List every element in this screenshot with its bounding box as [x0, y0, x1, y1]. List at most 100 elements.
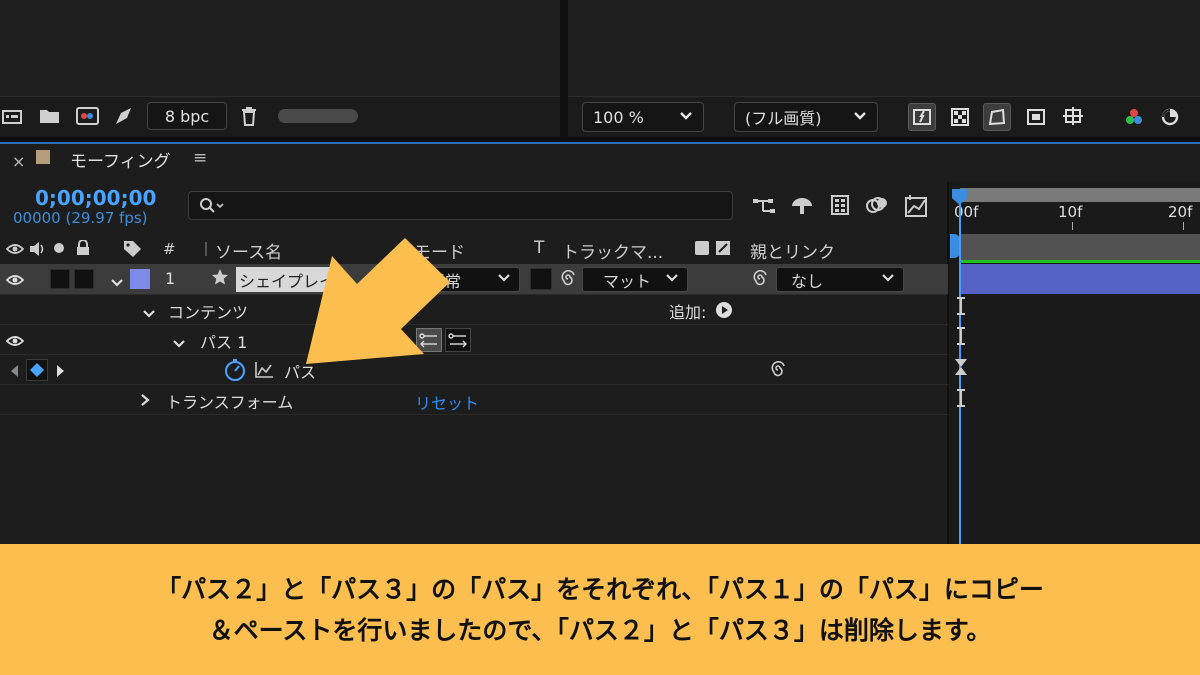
- path-group-label: パス 1: [200, 333, 248, 352]
- star-icon: [211, 268, 229, 290]
- layer-duration-bar[interactable]: [960, 264, 1200, 294]
- path-property-row[interactable]: パス: [0, 355, 948, 385]
- close-icon[interactable]: ×: [12, 152, 25, 171]
- column-track-matte[interactable]: トラックマ...: [562, 238, 663, 263]
- panel-menu-icon[interactable]: ≡: [193, 148, 207, 168]
- solo-icon[interactable]: [54, 243, 64, 253]
- column-parent-link[interactable]: 親とリンク: [750, 238, 835, 263]
- viewer-toolbar: 100 % (フル画質): [568, 96, 1200, 137]
- playhead-handle[interactable]: [951, 188, 968, 206]
- frame-blending-icon[interactable]: [829, 194, 851, 220]
- search-icon: [199, 197, 225, 219]
- guides-icon[interactable]: [1060, 103, 1088, 131]
- spiral-link-icon[interactable]: [768, 360, 788, 383]
- contents-row[interactable]: コンテンツ 追加:: [0, 295, 948, 325]
- composition-flowchart-icon[interactable]: [752, 196, 776, 220]
- timeline-tab-bar: × モーフィング ≡: [0, 144, 1200, 182]
- frame-rate-display: 00000 (29.97 fps): [13, 209, 148, 227]
- composition-viewer-left: [0, 0, 560, 96]
- chevron-right-icon[interactable]: [140, 392, 150, 411]
- project-toolbar: 8 bpc: [0, 96, 560, 137]
- lock-icon[interactable]: [76, 239, 90, 260]
- composition-tab-title[interactable]: モーフィング: [70, 147, 171, 172]
- chevron-down-icon[interactable]: [142, 304, 156, 323]
- fast-preview-icon[interactable]: [908, 103, 936, 131]
- panel-divider[interactable]: [560, 0, 568, 137]
- chevron-down-icon[interactable]: [172, 334, 186, 353]
- folder-icon[interactable]: [39, 107, 61, 129]
- chevron-down-icon: [497, 272, 511, 287]
- layer-index: 1: [165, 269, 176, 288]
- zoom-value: 100 %: [593, 107, 644, 127]
- transform-row[interactable]: トランスフォーム リセット: [0, 385, 948, 415]
- matte-alpha-icon[interactable]: [695, 241, 709, 255]
- property-marker: [955, 297, 967, 315]
- current-time-indicator[interactable]: [959, 200, 961, 554]
- motion-blur-icon[interactable]: [865, 194, 889, 220]
- add-menu-icon[interactable]: [715, 301, 733, 323]
- ruler-mark: [1183, 222, 1184, 230]
- composition-swatch: [36, 150, 50, 164]
- render-queue-icon[interactable]: [2, 107, 24, 131]
- parent-value: なし: [791, 271, 824, 291]
- parent-dropdown[interactable]: なし: [776, 267, 904, 292]
- path-group-row[interactable]: パス 1: [0, 325, 948, 355]
- chevron-down-icon: [679, 110, 693, 125]
- keyframe-marker[interactable]: [954, 358, 968, 376]
- layer-search-input[interactable]: [188, 191, 733, 220]
- layer-label-color[interactable]: [130, 269, 150, 289]
- chevron-down-icon: [853, 110, 867, 125]
- mask-path-icon[interactable]: [983, 103, 1011, 131]
- current-time-display[interactable]: 0;00;00;00: [35, 186, 156, 210]
- stopwatch-icon[interactable]: [223, 358, 247, 386]
- audio-icon[interactable]: [29, 241, 47, 261]
- label-icon[interactable]: [123, 240, 143, 262]
- annotation-arrow: [306, 238, 450, 364]
- work-area-bar[interactable]: [960, 188, 1200, 202]
- graph-editor-icon[interactable]: [903, 194, 929, 222]
- composition-icon[interactable]: [76, 106, 100, 130]
- eye-icon[interactable]: [5, 333, 25, 352]
- layer-row[interactable]: 1 シェイプレイ 通常 マット なし: [0, 264, 948, 295]
- ruler-tick-10: 10f: [1058, 203, 1083, 221]
- caption-line-2: ＆ペーストを行いましたので、「パス２」と「パス３」は削除します。: [208, 615, 992, 645]
- composition-viewer-right: [568, 0, 1200, 96]
- shy-layers-icon[interactable]: [790, 196, 814, 220]
- zoom-dropdown[interactable]: 100 %: [582, 102, 704, 132]
- bit-depth-button[interactable]: 8 bpc: [147, 102, 227, 130]
- reset-link[interactable]: リセット: [415, 390, 479, 414]
- trash-icon[interactable]: [240, 106, 258, 130]
- invert-matte-icon[interactable]: [715, 240, 731, 260]
- contents-label: コンテンツ: [168, 303, 249, 322]
- region-icon[interactable]: [1022, 103, 1050, 131]
- column-divider: [205, 242, 207, 256]
- graph-icon[interactable]: [254, 361, 274, 383]
- preserve-transparency-toggle[interactable]: [530, 268, 552, 290]
- add-label[interactable]: 追加:: [669, 299, 706, 323]
- chevron-down-icon: [881, 272, 895, 287]
- ruler-mark: [1072, 222, 1073, 230]
- property-marker: [955, 389, 967, 407]
- pen-icon[interactable]: [113, 106, 135, 130]
- eye-icon[interactable]: [5, 272, 25, 291]
- rgb-channel-icon[interactable]: [1120, 103, 1148, 131]
- column-source-name[interactable]: ソース名: [215, 238, 282, 263]
- track-matte-dropdown[interactable]: マット: [582, 267, 688, 292]
- keyframe-diamond-icon[interactable]: [26, 359, 48, 381]
- render-status-bar: [960, 260, 1200, 263]
- spiral-link-icon[interactable]: [750, 269, 770, 292]
- eye-icon[interactable]: [5, 241, 25, 260]
- transparency-grid-icon[interactable]: [946, 103, 974, 131]
- column-t[interactable]: T: [534, 238, 544, 258]
- spiral-link-icon[interactable]: [558, 269, 578, 292]
- chevron-down-icon[interactable]: [110, 273, 124, 292]
- next-keyframe-icon[interactable]: [56, 363, 66, 382]
- column-number[interactable]: #: [163, 240, 176, 258]
- transform-label: トランスフォーム: [166, 393, 294, 412]
- resolution-dropdown[interactable]: (フル画質): [734, 102, 878, 132]
- lock-toggle[interactable]: [74, 269, 94, 289]
- prev-keyframe-icon[interactable]: [9, 363, 19, 382]
- thumbnail-slider[interactable]: [278, 109, 358, 123]
- solo-toggle[interactable]: [50, 269, 70, 289]
- reset-exposure-icon[interactable]: [1156, 103, 1184, 131]
